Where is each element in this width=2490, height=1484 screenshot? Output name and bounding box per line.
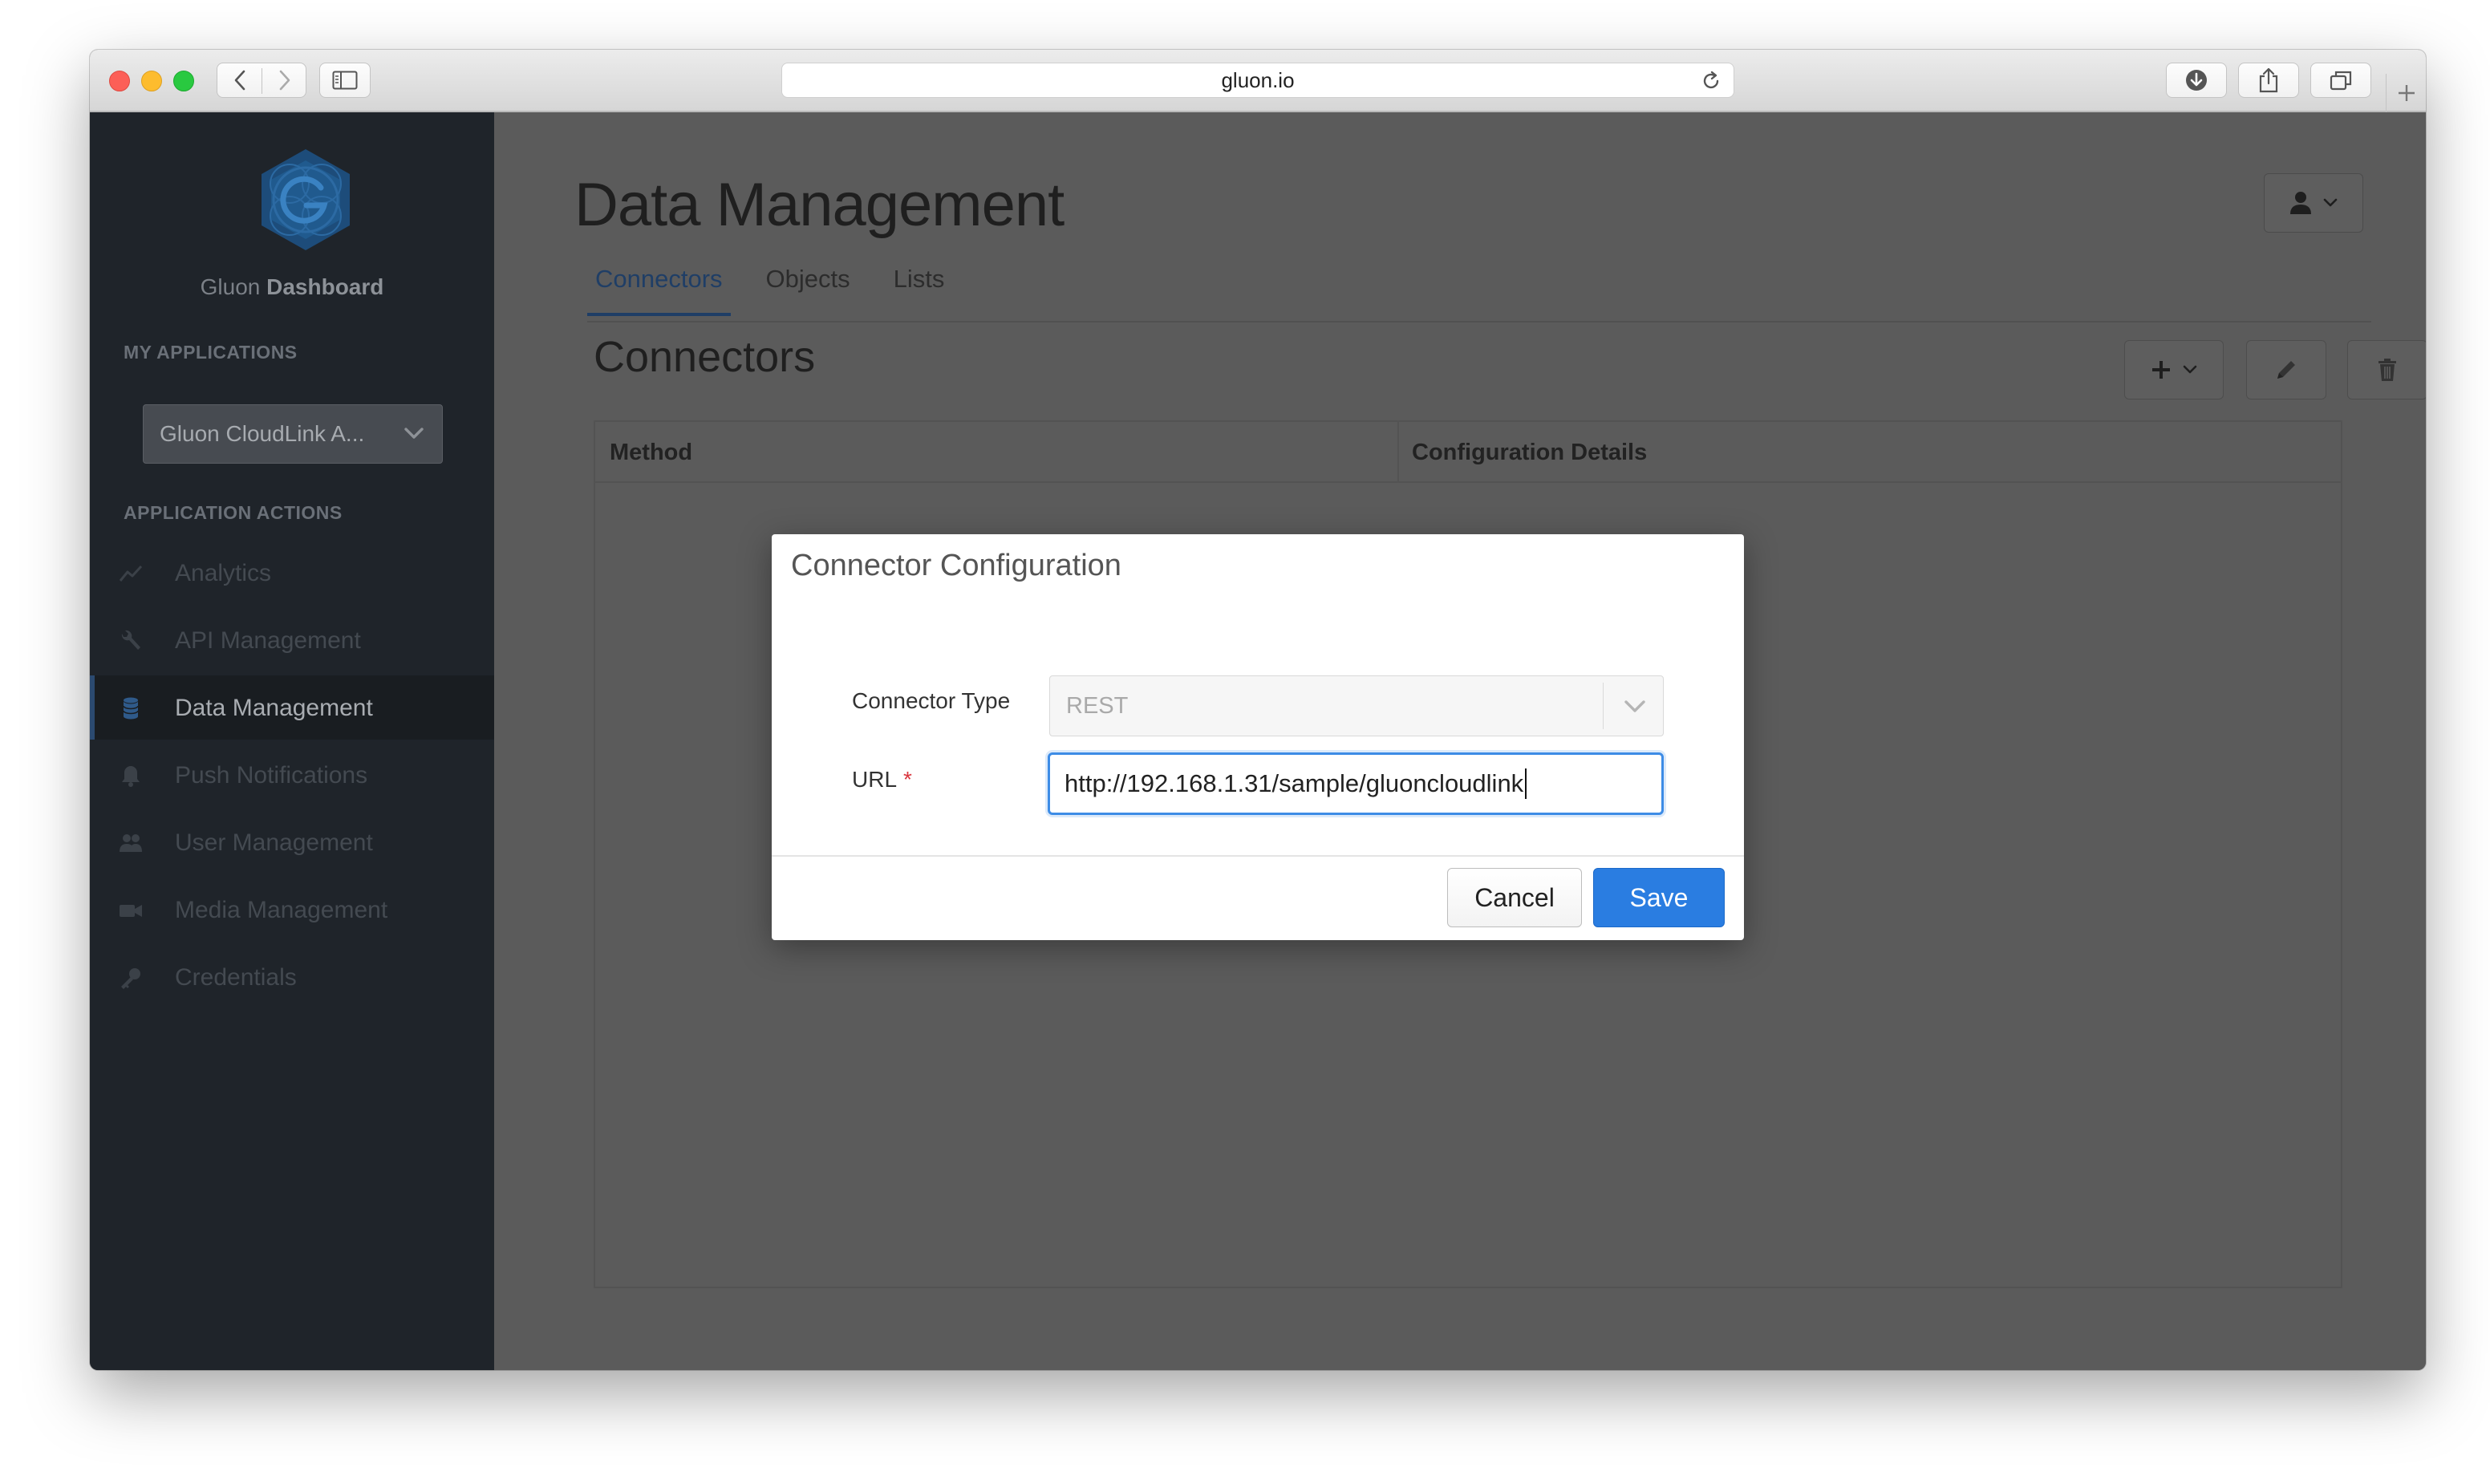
address-url: gluon.io <box>1221 67 1295 92</box>
column-header-configuration-details: Configuration Details <box>1412 440 1648 465</box>
sidebar-item-push-notifications[interactable]: Push Notifications <box>90 743 494 807</box>
plus-icon <box>2152 361 2170 379</box>
gluon-logo-icon <box>262 149 350 250</box>
connector-type-select[interactable]: REST <box>1049 675 1664 736</box>
browser-toolbar: gluon.io <box>90 50 2426 112</box>
user-icon <box>2290 192 2311 214</box>
sidebar-item-label: Credentials <box>175 964 297 991</box>
sidebar-item-analytics[interactable]: Analytics <box>90 541 494 605</box>
tabs-icon <box>2330 71 2352 91</box>
sidebar-item-credentials[interactable]: Credentials <box>90 945 494 1009</box>
sidebar-item-label: API Management <box>175 627 361 654</box>
share-button[interactable] <box>2238 63 2299 98</box>
brand-name: Gluon Dashboard <box>90 274 494 300</box>
sidebar-toggle-button[interactable] <box>319 63 371 98</box>
video-camera-icon <box>120 905 142 917</box>
zoom-window-button[interactable] <box>173 71 194 91</box>
trash-icon <box>2378 359 2396 381</box>
column-header-method: Method <box>610 440 693 465</box>
reload-button[interactable] <box>1700 70 1722 98</box>
chart-line-icon <box>119 565 143 582</box>
url-input[interactable]: http://192.168.1.31/sample/gluoncloudlin… <box>1048 752 1664 815</box>
url-input-value: http://192.168.1.31/sample/gluoncloudlin… <box>1065 769 1524 797</box>
dialog-footer-divider <box>772 855 1744 857</box>
sidebar-icon <box>332 71 358 90</box>
user-menu-button[interactable] <box>2264 173 2363 233</box>
bell-icon <box>122 766 140 787</box>
table-header: Method Configuration Details <box>595 422 2341 483</box>
dialog-title: Connector Configuration <box>791 549 1121 582</box>
section-title: Connectors <box>594 333 816 381</box>
sidebar-item-user-management[interactable]: User Management <box>90 810 494 874</box>
key-icon <box>121 968 140 989</box>
connector-type-value: REST <box>1066 692 1129 719</box>
history-nav <box>217 63 306 98</box>
back-button[interactable] <box>217 63 262 97</box>
application-select[interactable]: Gluon CloudLink A... <box>143 404 443 464</box>
add-connector-button[interactable] <box>2124 340 2224 399</box>
url-label: URL * <box>852 767 912 793</box>
tab-lists[interactable]: Lists <box>886 265 953 314</box>
save-button[interactable]: Save <box>1593 868 1725 927</box>
show-tabs-button[interactable] <box>2310 63 2371 98</box>
database-icon <box>123 697 139 720</box>
application-actions-label: APPLICATION ACTIONS <box>124 502 343 523</box>
tabs-divider <box>587 321 2371 322</box>
sidebar-item-data-management[interactable]: Data Management <box>90 675 494 740</box>
cancel-button[interactable]: Cancel <box>1447 868 1582 927</box>
tab-objects[interactable]: Objects <box>758 265 858 314</box>
connector-type-label: Connector Type <box>852 688 1011 713</box>
sidebar: Gluon Dashboard MY APPLICATIONS Gluon Cl… <box>90 112 494 1370</box>
brand-light: Gluon <box>200 274 261 299</box>
wrench-icon <box>121 630 140 650</box>
plus-icon <box>2398 85 2415 101</box>
sidebar-item-label: User Management <box>175 829 373 856</box>
data-tabs: Connectors Objects Lists <box>587 265 979 316</box>
brand-bold: Dashboard <box>266 274 384 299</box>
download-icon <box>2186 70 2207 91</box>
url-label-text: URL <box>852 767 898 792</box>
edit-connector-button[interactable] <box>2246 340 2326 399</box>
sidebar-item-label: Data Management <box>175 695 373 721</box>
browser-window: gluon.io Gluon Dashboard MY APPLICATIONS… <box>90 50 2426 1370</box>
chevron-down-icon <box>404 428 424 439</box>
chevron-right-icon <box>279 70 290 91</box>
close-window-button[interactable] <box>109 71 130 91</box>
connector-configuration-dialog: Connector Configuration Connector Type R… <box>772 534 1744 940</box>
sidebar-item-media-management[interactable]: Media Management <box>90 878 494 942</box>
chevron-down-icon <box>2183 365 2197 374</box>
users-icon <box>120 834 142 852</box>
sidebar-item-label: Analytics <box>175 560 272 586</box>
required-asterisk: * <box>903 767 912 792</box>
address-bar[interactable]: gluon.io <box>781 63 1734 98</box>
new-tab-button[interactable] <box>2386 74 2426 112</box>
my-applications-label: MY APPLICATIONS <box>124 342 298 363</box>
forward-button[interactable] <box>262 63 307 97</box>
chevron-down-icon <box>2323 198 2338 207</box>
tab-connectors[interactable]: Connectors <box>587 265 731 316</box>
pencil-icon <box>2277 361 2295 379</box>
downloads-button[interactable] <box>2166 63 2227 98</box>
reload-icon <box>1703 71 1719 89</box>
delete-connector-button[interactable] <box>2347 340 2426 399</box>
column-divider <box>1397 422 1399 483</box>
sidebar-item-api-management[interactable]: API Management <box>90 608 494 672</box>
share-icon <box>2259 67 2278 93</box>
application-select-value: Gluon CloudLink A... <box>160 421 365 446</box>
minimize-window-button[interactable] <box>141 71 162 91</box>
sidebar-item-label: Push Notifications <box>175 762 368 789</box>
text-caret <box>1525 768 1527 799</box>
chevron-down-icon <box>1624 700 1645 712</box>
sidebar-item-label: Media Management <box>175 897 388 923</box>
chevron-left-icon <box>234 70 245 91</box>
page-title: Data Management <box>574 171 1065 239</box>
